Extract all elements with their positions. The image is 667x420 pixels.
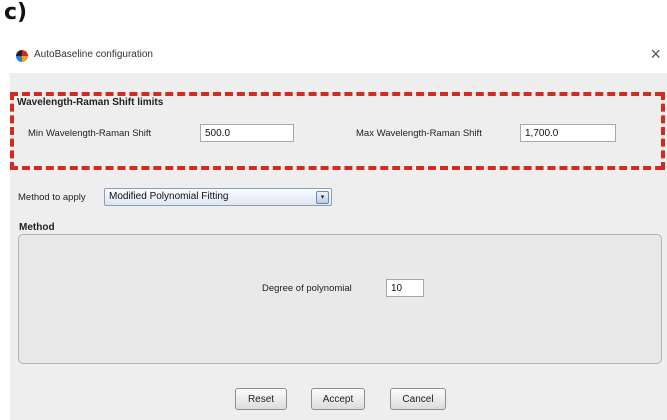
- limits-section-title: Wavelength-Raman Shift limits: [17, 97, 164, 108]
- min-shift-label: Min Wavelength-Raman Shift: [28, 128, 152, 139]
- autobaseline-dialog: AutoBaseline configuration × Wavelength-…: [10, 40, 667, 420]
- method-section-title: Method: [19, 222, 55, 233]
- reset-button[interactable]: Reset: [235, 388, 287, 410]
- highlight-left: [10, 92, 14, 170]
- accept-button[interactable]: Accept: [311, 388, 365, 410]
- panel-label: c): [4, 0, 28, 25]
- min-shift-input[interactable]: [200, 124, 294, 142]
- app-icon: [16, 50, 28, 62]
- window-title: AutoBaseline configuration: [34, 49, 153, 60]
- cancel-button[interactable]: Cancel: [390, 388, 446, 410]
- close-icon[interactable]: ×: [650, 44, 661, 65]
- max-shift-input[interactable]: [520, 124, 616, 142]
- title-bar: AutoBaseline configuration ×: [10, 40, 667, 73]
- method-select[interactable]: Modified Polynomial Fitting ▾: [104, 188, 332, 206]
- chevron-down-icon[interactable]: ▾: [316, 191, 329, 204]
- max-shift-label: Max Wavelength-Raman Shift: [356, 128, 482, 139]
- method-select-value: Modified Polynomial Fitting: [109, 191, 229, 202]
- highlight-right: [661, 92, 665, 170]
- highlight-top: [10, 92, 663, 96]
- degree-input[interactable]: [386, 279, 424, 297]
- method-panel: Degree of polynomial: [18, 234, 662, 364]
- highlight-bottom: [10, 166, 663, 170]
- method-to-apply-label: Method to apply: [18, 192, 86, 203]
- degree-label: Degree of polynomial: [262, 283, 352, 294]
